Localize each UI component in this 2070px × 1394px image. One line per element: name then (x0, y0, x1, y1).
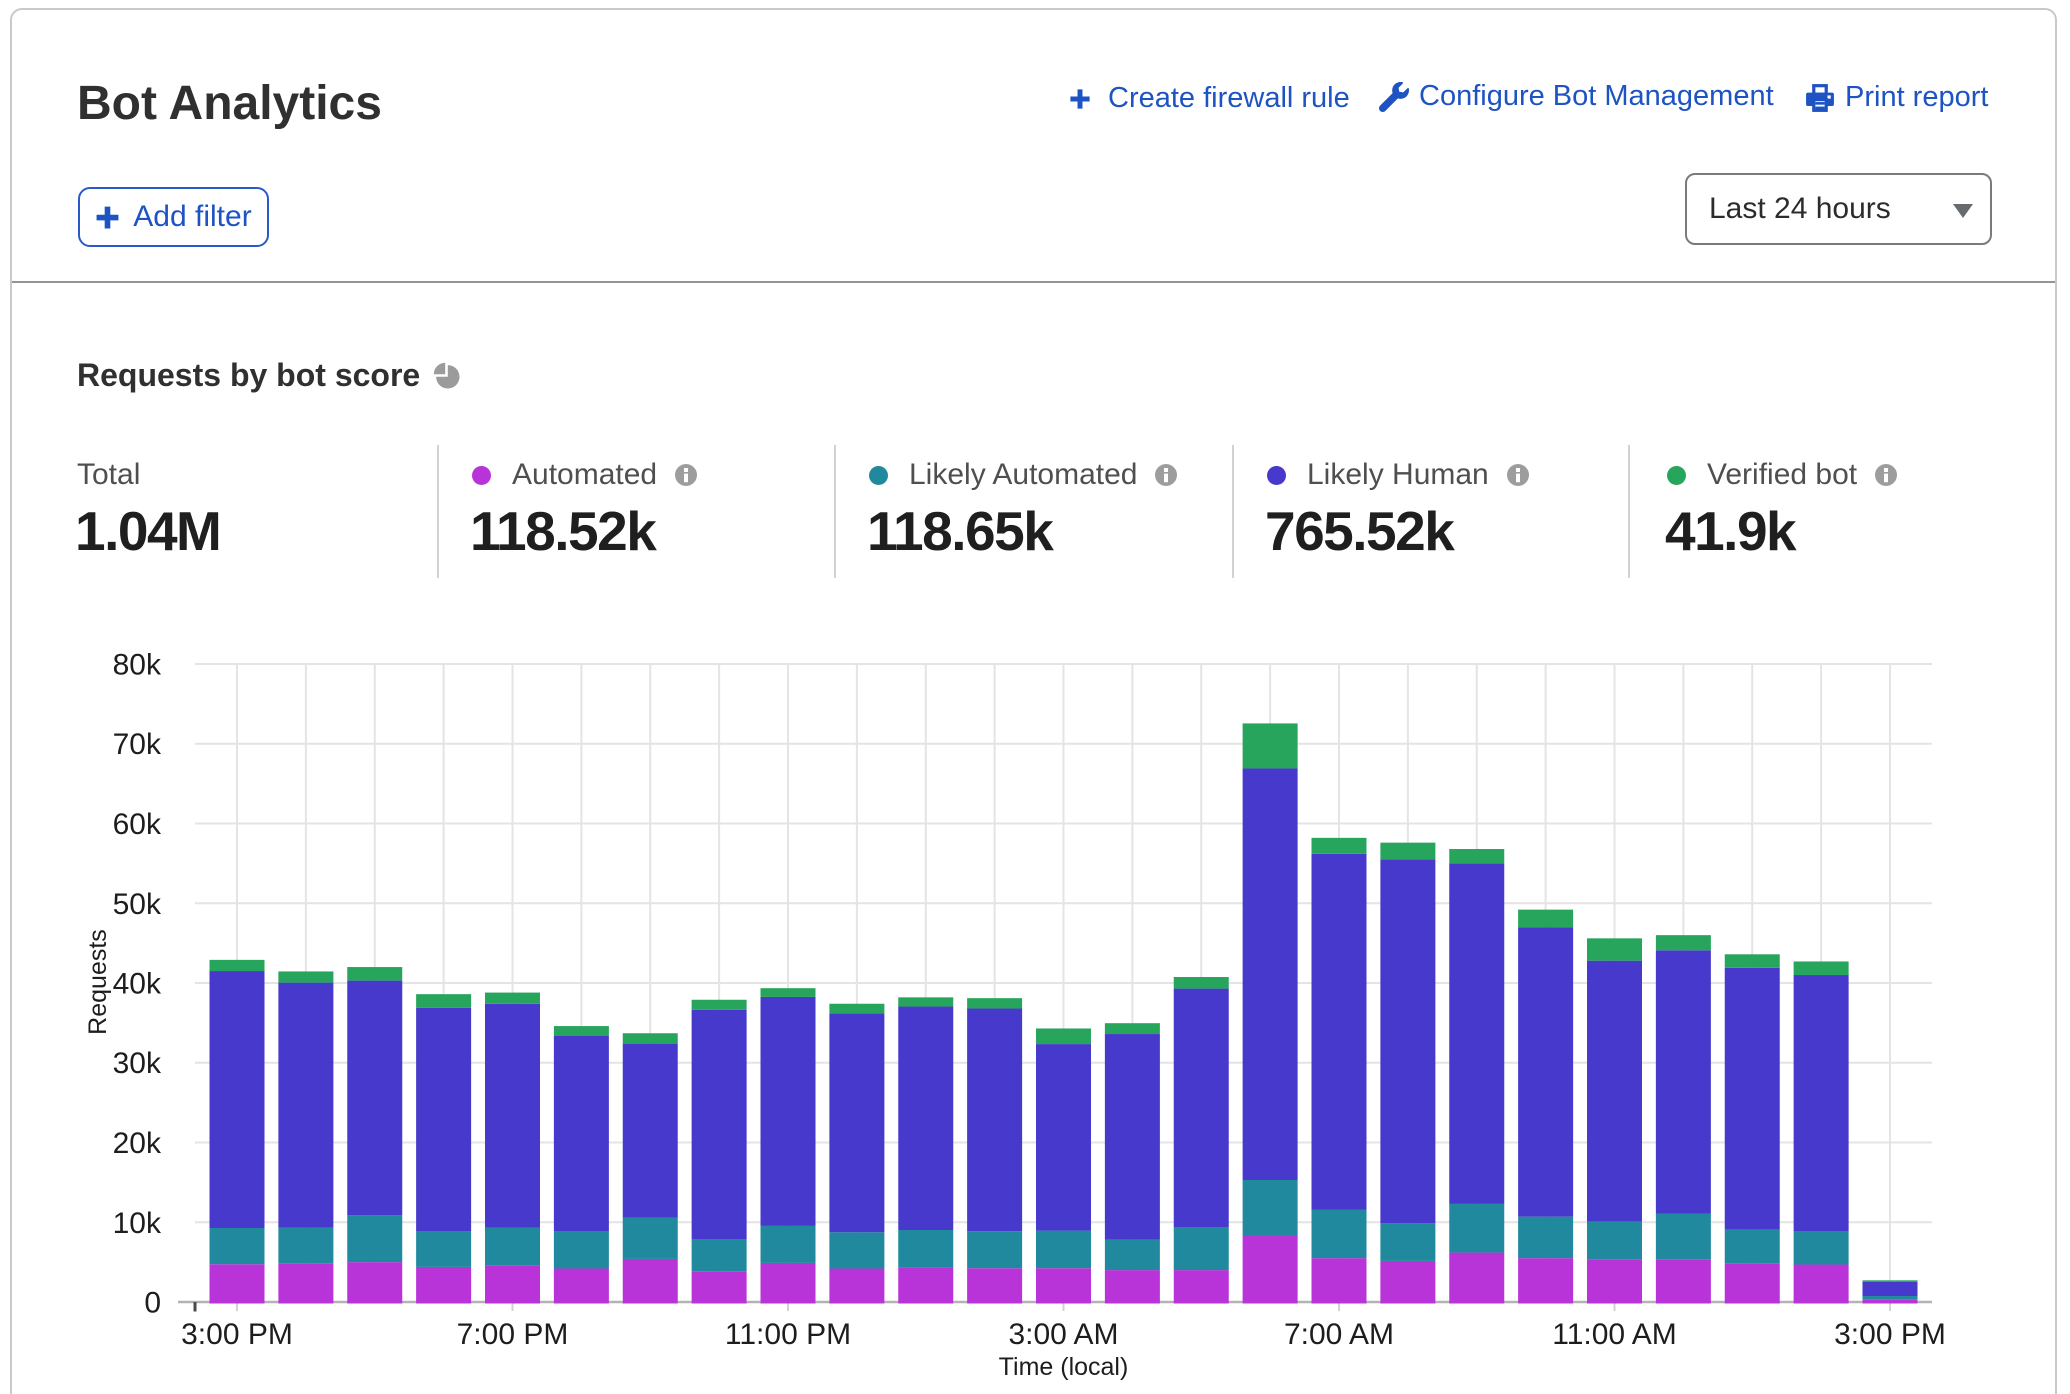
svg-text:7:00 PM: 7:00 PM (457, 1318, 569, 1351)
svg-text:40k: 40k (113, 968, 162, 1001)
svg-text:10k: 10k (113, 1207, 162, 1240)
svg-text:60k: 60k (113, 808, 162, 841)
svg-text:11:00 AM: 11:00 AM (1552, 1318, 1677, 1351)
svg-text:Time (local): Time (local) (999, 1353, 1129, 1381)
svg-text:70k: 70k (113, 728, 162, 761)
svg-text:3:00 PM: 3:00 PM (181, 1318, 293, 1351)
svg-text:20k: 20k (113, 1127, 162, 1160)
svg-text:Requests: Requests (84, 929, 112, 1035)
svg-text:50k: 50k (113, 888, 162, 921)
svg-text:3:00 AM: 3:00 AM (1008, 1318, 1118, 1351)
svg-text:80k: 80k (113, 649, 162, 682)
svg-text:0: 0 (144, 1287, 161, 1320)
svg-text:11:00 PM: 11:00 PM (725, 1318, 851, 1351)
svg-text:3:00 PM: 3:00 PM (1834, 1318, 1946, 1351)
svg-text:30k: 30k (113, 1047, 162, 1080)
svg-text:7:00 AM: 7:00 AM (1284, 1318, 1394, 1351)
